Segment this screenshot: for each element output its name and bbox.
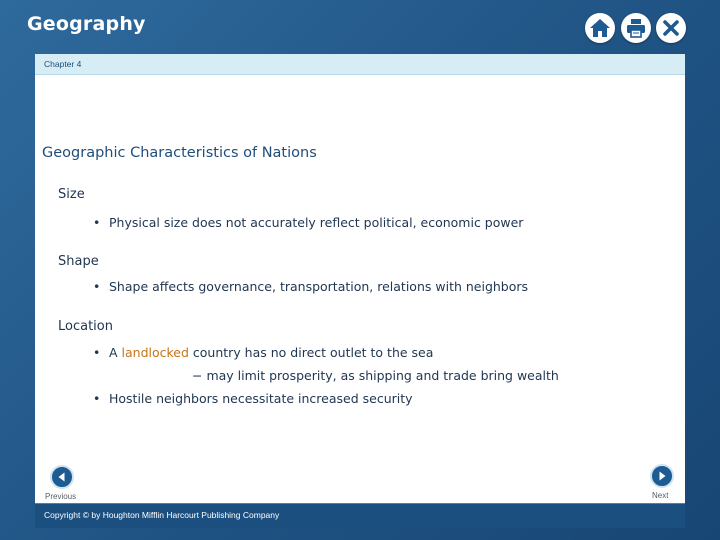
section-heading-shape: Shape (58, 254, 99, 269)
footer-bar: Copyright © by Houghton Mifflin Harcourt… (35, 503, 685, 528)
previous-label: Previous (45, 492, 77, 501)
arrow-left-icon (58, 472, 65, 482)
bullet-shape: • Shape affects governance, transportatio… (93, 279, 528, 294)
next-button[interactable] (650, 464, 674, 488)
bullet-dot: • (93, 345, 101, 360)
bullet-text: Shape affects governance, transportation… (109, 279, 529, 294)
close-button[interactable] (656, 13, 686, 43)
bullet-landlocked: • A landlocked country has no direct outl… (93, 345, 433, 360)
arrow-right-icon (659, 471, 666, 481)
print-icon (627, 19, 645, 38)
copyright-text: Copyright © by Houghton Mifflin Harcourt… (44, 510, 280, 520)
bullet-text: Hostile neighbors necessitate increased … (109, 391, 413, 406)
bullet-text-suffix: country has no direct outlet to the sea (188, 345, 434, 360)
bullet-hostile-neighbors: • Hostile neighbors necessitate increased… (93, 391, 413, 406)
bullet-text-prefix: A (109, 345, 122, 360)
chapter-bar: Chapter 4 (35, 54, 685, 75)
slide-title: Geographic Characteristics of Nations (42, 145, 317, 161)
bullet-dot: • (93, 279, 101, 294)
previous-button[interactable] (50, 465, 74, 489)
close-icon (663, 20, 679, 36)
section-heading-size: Size (58, 187, 85, 202)
chapter-label: Chapter 4 (44, 59, 82, 69)
bullet-size: • Physical size does not accurately refle… (93, 215, 523, 230)
bullet-dot: • (93, 391, 101, 406)
vocab-term-landlocked: landlocked (121, 345, 189, 360)
bullet-text: Physical size does not accurately reflec… (109, 215, 524, 230)
section-heading-location: Location (58, 319, 113, 334)
app-title: Geography (27, 13, 146, 35)
slide-content: Geographic Characteristics of Nations Si… (35, 75, 685, 503)
next-label: Next (652, 491, 669, 500)
home-icon (590, 19, 610, 37)
sub-bullet-prosperity: − may limit prosperity, as shipping and … (192, 368, 559, 383)
print-button[interactable] (621, 13, 651, 43)
home-button[interactable] (585, 13, 615, 43)
bullet-dot: • (93, 215, 101, 230)
